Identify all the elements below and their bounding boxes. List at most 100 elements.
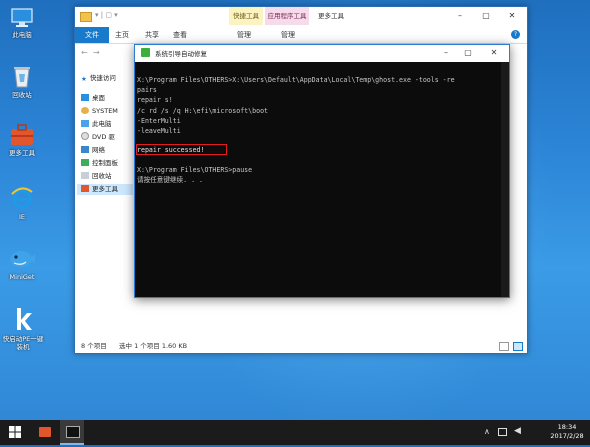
console-line: repair s! [137,96,173,104]
console-line: X:\Program Files\OTHERS>pause [137,166,253,174]
clock-date: 2017/2/28 [550,432,584,440]
back-icon[interactable]: ← [81,48,88,57]
details-view-icon[interactable] [499,342,509,351]
nav-item-this-pc[interactable]: 此电脑 [81,119,112,130]
console-minimize-button[interactable]: – [439,46,453,60]
desktop-icon-tools[interactable]: 更多工具 [0,124,44,157]
nav-item-label: 此电脑 [92,120,112,128]
forward-icon[interactable]: → [93,48,100,57]
folder-icon [80,12,92,22]
scrollbar[interactable] [501,62,509,297]
desktop-icon-label: 回收站 [12,91,32,99]
console-output[interactable]: X:\Program Files\OTHERS>X:\Users\Default… [135,62,509,297]
console-maximize-button[interactable]: ▢ [461,46,475,60]
taskbar-app-explorer[interactable] [34,422,56,443]
nav-item-desktop[interactable]: 桌面 [81,93,105,104]
tab-share[interactable]: 共享 [145,27,159,43]
recycle-bin-icon [14,67,30,88]
desktop: 此电脑 回收站 更多工具 IE MiniGet 快启动PE一键装机 ▾ | ▢ … [0,0,590,420]
console-line: 请按任意键继续. . . [137,176,204,184]
nav-item-label: 快速访问 [89,74,116,82]
nav-item-label: 更多工具 [92,185,118,193]
toolbox-icon [11,124,33,145]
tab-view[interactable]: 查看 [173,27,187,43]
tab-file[interactable]: 文件 [75,27,109,43]
app-icon [141,48,150,57]
status-selected: 选中 1 个项目 1.60 KB [119,342,188,350]
desktop-folder-icon [81,94,89,101]
tray-chevron-icon[interactable]: ∧ [484,427,490,436]
desktop-icon-recycle-bin[interactable]: 回收站 [0,64,44,99]
network-icon[interactable] [498,428,507,436]
recycle-bin-icon [81,172,89,179]
desktop-icon-kqd[interactable]: 快启动PE一键装机 [0,306,46,351]
console-close-button[interactable]: ✕ [487,46,501,60]
minimize-button[interactable]: – [453,9,467,23]
nav-item-label: 控制面板 [92,159,118,167]
nav-item-network[interactable]: 网络 [81,145,105,156]
console-line: pairs [137,86,157,94]
console-icon [66,426,80,438]
desktop-icon-label: MiniGet [9,273,35,281]
help-icon[interactable]: ? [511,30,520,39]
context-tab-shortcut-tools: 快捷工具 [229,7,263,25]
console-line: -EnterMulti [137,117,181,125]
console-title-bar[interactable]: 系统引导自动修复 – ▢ ✕ [135,45,509,61]
computer-icon [81,120,89,127]
desktop-icon-ie[interactable]: IE [0,186,44,221]
nav-item-label: 回收站 [92,172,112,180]
close-button[interactable]: ✕ [505,9,519,23]
nav-item-system[interactable]: SYSTEM [81,106,118,117]
console-window[interactable]: 系统引导自动修复 – ▢ ✕ X:\Program Files\OTHERS>X… [134,44,510,298]
console-line: -leaveMulti [137,127,181,135]
desktop-icon-computer[interactable]: 此电脑 [0,8,44,39]
maximize-button[interactable]: ▢ [479,9,493,23]
kqd-icon [17,308,32,330]
large-icons-view-icon[interactable] [513,342,523,351]
toolbox-icon [81,185,89,192]
nav-item-recycle-bin[interactable]: 回收站 [81,171,112,182]
clock[interactable]: 18:34 2017/2/28 [546,423,588,441]
status-item-count: 8 个项目 [81,342,107,350]
ie-icon [11,187,33,209]
quick-access-toolbar[interactable]: ▾ | ▢ ▾ [95,11,141,21]
tab-home[interactable]: 主页 [115,27,129,43]
dvd-icon [81,132,89,140]
nav-item-control-panel[interactable]: 控制面板 [81,158,118,169]
context-tab-app-tools: 应用程序工具 [265,7,309,25]
miniget-icon [10,251,35,267]
nav-item-label: 桌面 [92,94,105,102]
network-icon [81,146,89,153]
explorer-title-bar[interactable]: ▾ | ▢ ▾ 快捷工具 应用程序工具 更多工具 – ▢ ✕ [75,7,527,27]
explorer-ribbon: 文件 主页 共享 查看 管理 管理 ? [75,27,527,44]
nav-item-label: DVD 驱 [92,133,115,141]
tab-manage-app[interactable]: 管理 [281,27,295,43]
highlight-box [136,144,227,155]
clock-time: 18:34 [557,423,577,431]
star-icon: ★ [81,75,87,83]
tab-manage-shortcut[interactable]: 管理 [237,27,251,43]
explorer-status-bar: 8 个项目 选中 1 个项目 1.60 KB [75,339,527,353]
desktop-icon-miniget[interactable]: MiniGet [0,246,44,281]
explorer-window-title: 更多工具 [318,12,344,20]
nav-item-more-tools[interactable]: 更多工具 [77,184,133,195]
desktop-icon-label: IE [18,213,26,221]
computer-icon [11,8,33,27]
desktop-icon-label: 更多工具 [9,149,35,157]
explorer-nav-pane: ★ 快速访问 桌面 SYSTEM 此电脑 DVD 驱 网络 控制面板 回收站 更多… [75,67,135,339]
nav-item-label: SYSTEM [92,107,118,115]
desktop-icon-label: 此电脑 [12,31,32,39]
windows-logo-icon [9,426,21,438]
nav-item-quick-access[interactable]: ★ 快速访问 [81,73,116,84]
start-button[interactable] [0,420,30,445]
volume-icon[interactable]: ◀ [514,426,521,436]
taskbar: ∧ ◀ 18:34 2017/2/28 [0,420,590,445]
console-line: /c rd /s /q H:\efi\microsoft\boot [137,107,269,115]
nav-item-dvd[interactable]: DVD 驱 [81,132,115,143]
taskbar-app-console[interactable] [60,420,84,445]
user-icon [81,107,89,114]
console-line: X:\Program Files\OTHERS>X:\Users\Default… [137,76,455,84]
toolbox-icon [39,427,51,437]
console-title: 系统引导自动修复 [155,50,207,58]
desktop-icon-label: 快启动PE一键装机 [2,335,44,351]
